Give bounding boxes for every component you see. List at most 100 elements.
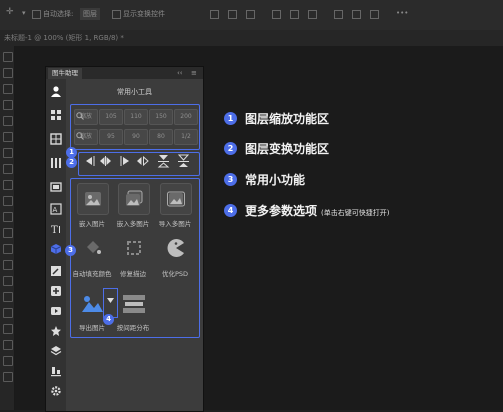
grid-icon[interactable] [50, 109, 62, 121]
edit-icon[interactable] [50, 265, 62, 277]
scroll-icon[interactable] [50, 181, 62, 193]
columns-icon[interactable] [50, 157, 62, 169]
text-icon[interactable]: T [50, 223, 62, 235]
stamp-tool-icon[interactable] [3, 180, 13, 190]
export-image-icon [82, 296, 103, 312]
hand-tool-icon[interactable] [3, 340, 13, 350]
embed-image-button[interactable] [77, 183, 109, 215]
distribute-spacing-button[interactable] [118, 288, 150, 320]
more-tools-icon[interactable] [3, 372, 13, 382]
add-icon[interactable] [50, 285, 62, 297]
type-tool-icon[interactable] [3, 292, 13, 302]
distribute-icon[interactable] [308, 10, 317, 19]
auto-fill-color-button[interactable] [77, 232, 109, 264]
magic-wand-icon[interactable] [3, 100, 13, 110]
mirror-horizontal-icon[interactable] [136, 154, 149, 168]
repair-stroke-button[interactable] [118, 232, 150, 264]
path-select-icon[interactable] [3, 308, 13, 318]
distribute-icon[interactable] [290, 10, 299, 19]
distribute-icon[interactable] [352, 10, 361, 19]
import-multi-images-button[interactable] [160, 183, 192, 215]
embed-multi-images-label: 嵌入多图片 [116, 220, 150, 228]
eraser-tool-icon[interactable] [3, 212, 13, 222]
panel-tab-title[interactable]: 图牛助理 [48, 68, 82, 79]
gear-icon[interactable] [50, 385, 62, 397]
more-icon[interactable]: ••• [396, 9, 408, 17]
move-tool-icon[interactable] [3, 52, 13, 62]
shape-tool-icon[interactable] [3, 324, 13, 334]
zoom-150-button[interactable]: 150 [149, 109, 173, 125]
zoom-in-icon [76, 112, 84, 120]
collapse-icon[interactable]: ‹‹ [177, 68, 183, 78]
play-icon[interactable] [50, 305, 62, 317]
zoom-110-button[interactable]: 110 [124, 109, 148, 125]
move-tool-icon[interactable]: ✛ [6, 7, 14, 17]
distribute-spacing-label: 按间距分布 [116, 324, 150, 332]
legend-item-3: 3 常用小功能 [224, 169, 305, 187]
pacman-icon [167, 239, 184, 257]
flip-horizontal-icon[interactable] [99, 154, 112, 168]
gradient-tool-icon[interactable] [3, 228, 13, 238]
cube-icon[interactable] [50, 243, 62, 255]
legend-item-1: 1 图层缩放功能区 [224, 108, 329, 126]
text-image-icon[interactable]: A [50, 203, 62, 215]
zoom-105-button[interactable]: 105 [99, 109, 123, 125]
eyedropper-icon[interactable] [3, 132, 13, 142]
distribute-icon[interactable] [272, 10, 281, 19]
align-icon[interactable] [228, 10, 237, 19]
zoom-200-button[interactable]: 200 [174, 109, 198, 125]
auto-select-checkbox[interactable] [32, 10, 41, 19]
import-images-icon [167, 191, 185, 207]
section-title: 常用小工具 [117, 88, 152, 96]
legend-note-4: (单击右键可快捷打开) [321, 209, 390, 217]
legend-badge-4: 4 [224, 204, 237, 217]
stroke-repair-icon [127, 241, 141, 255]
document-tab[interactable]: 未标题-1 @ 100% (矩形 1, RGB/8) * [0, 30, 503, 46]
align-icon[interactable] [246, 10, 255, 19]
mirror-vertical-icon[interactable] [177, 154, 190, 168]
show-transform-checkbox[interactable] [112, 10, 121, 19]
zoom-95-button[interactable]: 95 [99, 129, 123, 145]
distribute-icon[interactable] [370, 10, 379, 19]
legend-text-4: 更多参数选项 [245, 204, 318, 218]
panel-sidebar: A T [46, 79, 66, 411]
user-icon[interactable] [50, 85, 62, 97]
healing-brush-icon[interactable] [3, 148, 13, 158]
history-brush-icon[interactable] [3, 196, 13, 206]
marquee-tool-icon[interactable] [3, 68, 13, 78]
show-transform-label: 显示变换控件 [123, 10, 165, 18]
dropdown-arrow-icon [107, 298, 114, 303]
distribute-icon [123, 295, 145, 313]
optimize-psd-button[interactable] [160, 232, 192, 264]
flip-right-icon[interactable] [118, 154, 131, 168]
repair-stroke-label: 修复描边 [120, 270, 146, 278]
panel-menu-icon[interactable]: ≡ [191, 68, 197, 78]
toolbar [0, 46, 15, 410]
color-fill-icon [87, 241, 101, 254]
distribute-icon[interactable] [334, 10, 343, 19]
align-icon[interactable] [210, 10, 219, 19]
layout-icon[interactable] [50, 133, 62, 145]
zoom-80-button[interactable]: 80 [149, 129, 173, 145]
align-bottom-icon[interactable] [50, 365, 62, 377]
zoom-tool-icon[interactable] [3, 356, 13, 366]
dropdown-arrow-icon[interactable]: ▾ [22, 9, 26, 17]
embed-multi-images-button[interactable] [118, 183, 150, 215]
badge-4: 4 [103, 314, 114, 325]
pen-tool-icon[interactable] [3, 276, 13, 286]
zoom-out-icon [76, 132, 84, 140]
brush-tool-icon[interactable] [3, 164, 13, 174]
layer-select[interactable]: 图层 [80, 8, 100, 20]
flip-vertical-icon[interactable] [157, 154, 170, 168]
legend-item-4: 4 更多参数选项 (单击右键可快捷打开) [224, 200, 390, 218]
star-icon[interactable] [50, 325, 62, 337]
blur-tool-icon[interactable] [3, 244, 13, 254]
svg-text:A: A [53, 206, 58, 214]
lasso-tool-icon[interactable] [3, 84, 13, 94]
zoom-90-button[interactable]: 90 [124, 129, 148, 145]
crop-tool-icon[interactable] [3, 116, 13, 126]
dodge-tool-icon[interactable] [3, 260, 13, 270]
layers-icon[interactable] [50, 345, 62, 357]
flip-left-icon[interactable] [84, 154, 97, 168]
zoom-half-button[interactable]: 1/2 [174, 129, 198, 145]
